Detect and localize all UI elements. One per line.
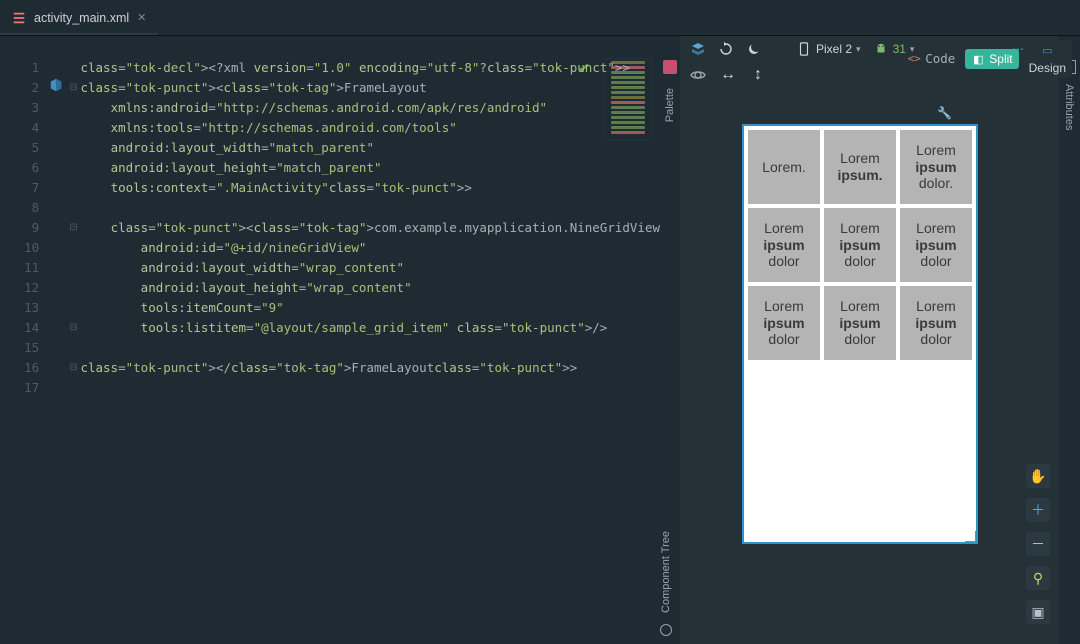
fold-toggle[interactable]	[67, 338, 81, 358]
component-tree-side-tab[interactable]: Component Tree	[660, 531, 672, 636]
chevron-down-icon: ▾	[856, 44, 861, 55]
grid-cell[interactable]: Lorem ipsum dolor	[824, 208, 896, 282]
code-icon: <>	[907, 52, 921, 66]
design-preview-panel: Pixel 2 ▾ 31 ▾ ⋯ ⓘ	[680, 36, 1058, 644]
night-mode-icon[interactable]	[746, 41, 762, 57]
editor-tab-bar: activity_main.xml ✕	[0, 0, 1080, 36]
fold-toggle[interactable]	[67, 58, 81, 78]
view-mode-toolbar: <> Code ◧ Split ▭ Design	[901, 40, 1072, 78]
attributes-side-tab-strip: Attributes	[1058, 36, 1080, 644]
view-mode-design-label: Design	[1029, 61, 1066, 75]
fold-toggle[interactable]	[67, 258, 81, 278]
surface-stack-icon[interactable]	[690, 41, 706, 57]
device-frame[interactable]: Lorem.Lorem ipsum.Lorem ipsum dolor.Lore…	[742, 124, 978, 544]
view-mode-split[interactable]: ◧ Split	[965, 49, 1018, 69]
orientation-icon[interactable]	[718, 41, 734, 57]
attributes-tab[interactable]: Attributes	[1063, 84, 1075, 130]
zoom-fit-button[interactable]: ⚲	[1026, 566, 1050, 590]
fold-toggle[interactable]	[67, 178, 81, 198]
line-number-gutter: 1234567891011121314151617	[0, 58, 49, 644]
close-tab-icon[interactable]: ✕	[137, 11, 146, 24]
view-mode-code[interactable]: <> Code	[901, 46, 961, 72]
grid-cell[interactable]: Lorem ipsum.	[824, 130, 896, 204]
fold-toggle[interactable]	[67, 298, 81, 318]
grid-cell[interactable]: Lorem ipsum dolor.	[900, 130, 972, 204]
view-mode-design[interactable]: ▭ Design	[1023, 40, 1072, 78]
fold-toggle[interactable]	[67, 118, 81, 138]
component-tree-icon	[660, 624, 672, 636]
canvas-zoom-tools: ✋ ＋ － ⚲ ▣	[1026, 464, 1050, 624]
fold-toggle[interactable]	[67, 138, 81, 158]
android-icon	[873, 41, 889, 57]
view-mode-code-label: Code	[925, 49, 955, 69]
device-icon	[796, 41, 812, 57]
fold-toggle[interactable]	[67, 158, 81, 178]
view-mode-split-label: Split	[989, 52, 1012, 66]
fold-toggle[interactable]	[67, 378, 81, 398]
tools-wrench-icon[interactable]: 🔧	[937, 106, 952, 120]
grid-cell[interactable]: Lorem ipsum dolor	[900, 208, 972, 282]
view-options-icon[interactable]	[690, 67, 706, 83]
fold-toggle[interactable]: ⊟	[67, 358, 81, 378]
fold-toggle[interactable]: ⊟	[67, 218, 81, 238]
pan-vertical-icon[interactable]: ↕	[750, 67, 766, 83]
fit-screen-button[interactable]: ▣	[1026, 600, 1050, 624]
palette-tab[interactable]: Palette	[664, 86, 676, 124]
layout-root-gutter-icon[interactable]	[49, 78, 63, 92]
fold-column: ⊟ ⊟ ⊟ ⊟	[67, 58, 81, 644]
file-tab-activity-main[interactable]: activity_main.xml ✕	[0, 0, 158, 35]
device-picker[interactable]: Pixel 2 ▾	[796, 41, 861, 57]
fold-toggle[interactable]	[67, 198, 81, 218]
fold-toggle[interactable]	[67, 238, 81, 258]
file-tab-label: activity_main.xml	[34, 11, 129, 25]
grid-cell[interactable]: Lorem ipsum dolor	[748, 208, 820, 282]
code-editor-panel: ✔ 1234567891011121314151617 ⊟⊟⊟⊟	[0, 36, 660, 644]
pan-horizontal-icon[interactable]: ↔	[720, 67, 736, 83]
fold-toggle[interactable]: ⊟	[67, 318, 81, 338]
pan-tool[interactable]: ✋	[1026, 464, 1050, 488]
xml-file-icon	[12, 11, 26, 25]
grid-cell[interactable]: Lorem ipsum dolor	[824, 286, 896, 360]
component-tree-label: Component Tree	[660, 531, 672, 613]
fold-toggle[interactable]	[67, 98, 81, 118]
palette-icon	[663, 60, 677, 74]
grid-cell[interactable]: Lorem.	[748, 130, 820, 204]
design-canvas[interactable]: 🔧 Lorem.Lorem ipsum.Lorem ipsum dolor.Lo…	[680, 88, 1058, 644]
fold-toggle[interactable]: ⊟	[67, 78, 81, 98]
fold-toggle[interactable]	[67, 278, 81, 298]
zoom-out-button[interactable]: －	[1026, 532, 1050, 556]
device-picker-label: Pixel 2	[816, 42, 852, 56]
nine-grid-view: Lorem.Lorem ipsum.Lorem ipsum dolor.Lore…	[744, 126, 976, 364]
grid-cell[interactable]: Lorem ipsum dolor	[748, 286, 820, 360]
code-text-area[interactable]: class="tok-decl"><?xml version="1.0" enc…	[80, 58, 660, 644]
grid-cell[interactable]: Lorem ipsum dolor	[900, 286, 972, 360]
zoom-in-button[interactable]: ＋	[1026, 498, 1050, 522]
split-icon: ◧	[971, 52, 985, 66]
gutter-icon-column	[49, 58, 67, 644]
resize-handle[interactable]	[960, 526, 978, 544]
design-icon: ▭	[1040, 43, 1054, 57]
